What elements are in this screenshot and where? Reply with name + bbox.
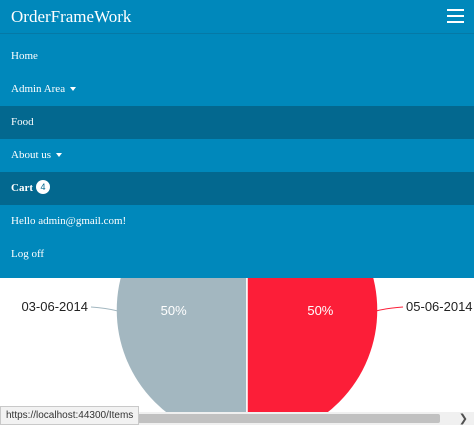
nav-item-about-us[interactable]: About us [0, 139, 474, 172]
nav-item-user-greeting[interactable]: Hello admin@gmail.com! [0, 205, 474, 238]
scroll-right-icon[interactable]: ❯ [459, 412, 468, 425]
slice-category-label: 03-06-2014 [21, 299, 88, 314]
nav-item-food[interactable]: Food [0, 106, 474, 139]
nav-item-log-off[interactable]: Log off [0, 238, 474, 271]
nav-item-label: Cart [11, 182, 33, 194]
scrollbar-thumb[interactable] [120, 414, 440, 423]
nav-item-label: Admin Area [11, 83, 66, 95]
navbar: OrderFrameWork Home Admin Area Food Abou… [0, 0, 474, 278]
brand-link[interactable]: OrderFrameWork [11, 7, 131, 27]
navbar-header: OrderFrameWork [0, 0, 474, 34]
slice-percent-label: 50% [161, 303, 187, 318]
nav-menu: Home Admin Area Food About us Cart 4 Hell… [0, 40, 474, 271]
slice-percent-label: 50% [307, 303, 333, 318]
cart-count-badge: 4 [36, 180, 50, 194]
nav-item-label: Food [11, 116, 34, 128]
nav-item-cart[interactable]: Cart 4 [0, 172, 474, 205]
nav-item-label: About us [11, 149, 52, 161]
status-bar-url: https://localhost:44300/Items [0, 406, 140, 425]
caret-down-icon [70, 87, 77, 92]
nav-item-label: Home [11, 50, 38, 62]
nav-item-home[interactable]: Home [0, 40, 474, 73]
nav-item-admin-area[interactable]: Admin Area [0, 73, 474, 106]
slice-leader-line [375, 306, 404, 312]
caret-down-icon [56, 153, 63, 158]
hamburger-menu-icon[interactable] [447, 9, 464, 23]
nav-item-label: Log off [11, 248, 45, 260]
slice-category-label: 05-06-2014 [406, 299, 473, 314]
nav-item-label: Hello admin@gmail.com! [11, 215, 127, 227]
slice-leader-line [90, 306, 119, 312]
